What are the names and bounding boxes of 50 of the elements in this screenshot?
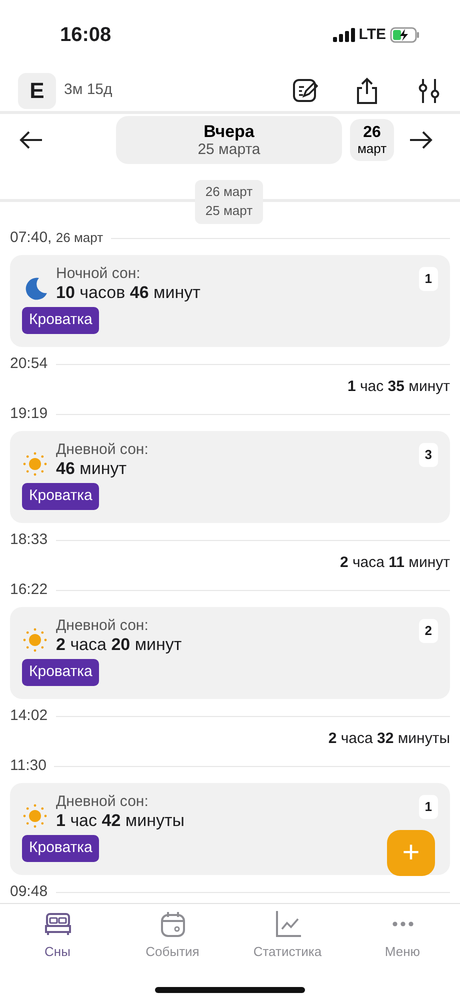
bed-icon [44, 910, 72, 938]
edit-icon[interactable] [292, 76, 318, 104]
more-icon [392, 921, 414, 927]
time-label: 11:30 [10, 756, 46, 776]
date-selector[interactable]: Вчера 25 марта [116, 116, 342, 164]
awake-duration: 1 час 35 минут [347, 378, 450, 395]
age-label: 3м 15д [64, 80, 114, 100]
place-tag: Кроватка [22, 835, 100, 862]
clock-time: 16:08 [60, 23, 112, 48]
awake-duration: 2 часа 11 минут [340, 554, 450, 571]
time-label: 16:22 [10, 580, 48, 600]
sleep-card[interactable]: Дневной сон: 2 часа 20 минут Кроватка 2 [10, 607, 450, 699]
date-chip-label: 25 март [205, 202, 253, 220]
place-tag: Кроватка [22, 483, 100, 510]
tab-item[interactable]: Сны [0, 904, 115, 966]
time-label: 09:48 [10, 882, 48, 902]
sleep-duration: 46 минут [56, 459, 128, 480]
count-badge: 2 [418, 619, 438, 642]
sleep-card[interactable]: Ночной сон: 10 часов 46 минут Кроватка 1 [10, 255, 450, 347]
sleep-type-label: Ночной сон: [56, 265, 142, 283]
count-badge: 3 [418, 443, 438, 466]
time-label: 19:19 [10, 404, 48, 424]
time-label: 07:40, 26 март [10, 228, 104, 248]
count-badge: 1 [418, 795, 438, 818]
calendar-icon [158, 910, 186, 938]
sliders-icon[interactable] [416, 76, 442, 104]
sleep-type-label: Дневной сон: [56, 617, 150, 635]
sleep-type-label: Дневной сон: [56, 441, 148, 459]
count-badge: 1 [418, 267, 438, 290]
share-icon[interactable] [354, 76, 380, 104]
place-tag: Кроватка [22, 307, 100, 334]
next-date-button[interactable]: 26 март [350, 119, 394, 161]
date-chip-label: 26 март [205, 183, 253, 201]
avatar[interactable]: E [18, 72, 56, 108]
time-label: 14:02 [10, 706, 48, 726]
forward-arrow-icon[interactable] [408, 130, 434, 150]
sleep-duration: 10 часов 46 минут [56, 283, 200, 304]
battery-icon [390, 27, 420, 43]
place-tag: Кроватка [22, 659, 100, 686]
signal-icon [332, 28, 355, 42]
back-arrow-icon[interactable] [18, 130, 44, 150]
time-label: 18:33 [10, 530, 48, 550]
sleep-duration: 2 часа 20 минут [56, 635, 182, 656]
chart-icon [274, 910, 302, 938]
sleep-type-label: Дневной сон: [56, 793, 150, 811]
sleep-duration: 1 час 42 минуты [56, 811, 184, 832]
network-label: LTE [358, 24, 386, 45]
time-label: 20:54 [10, 354, 48, 374]
awake-duration: 2 часа 32 минуты [328, 730, 450, 747]
sleep-card[interactable]: Дневной сон: 46 минут Кроватка 3 [10, 431, 450, 523]
